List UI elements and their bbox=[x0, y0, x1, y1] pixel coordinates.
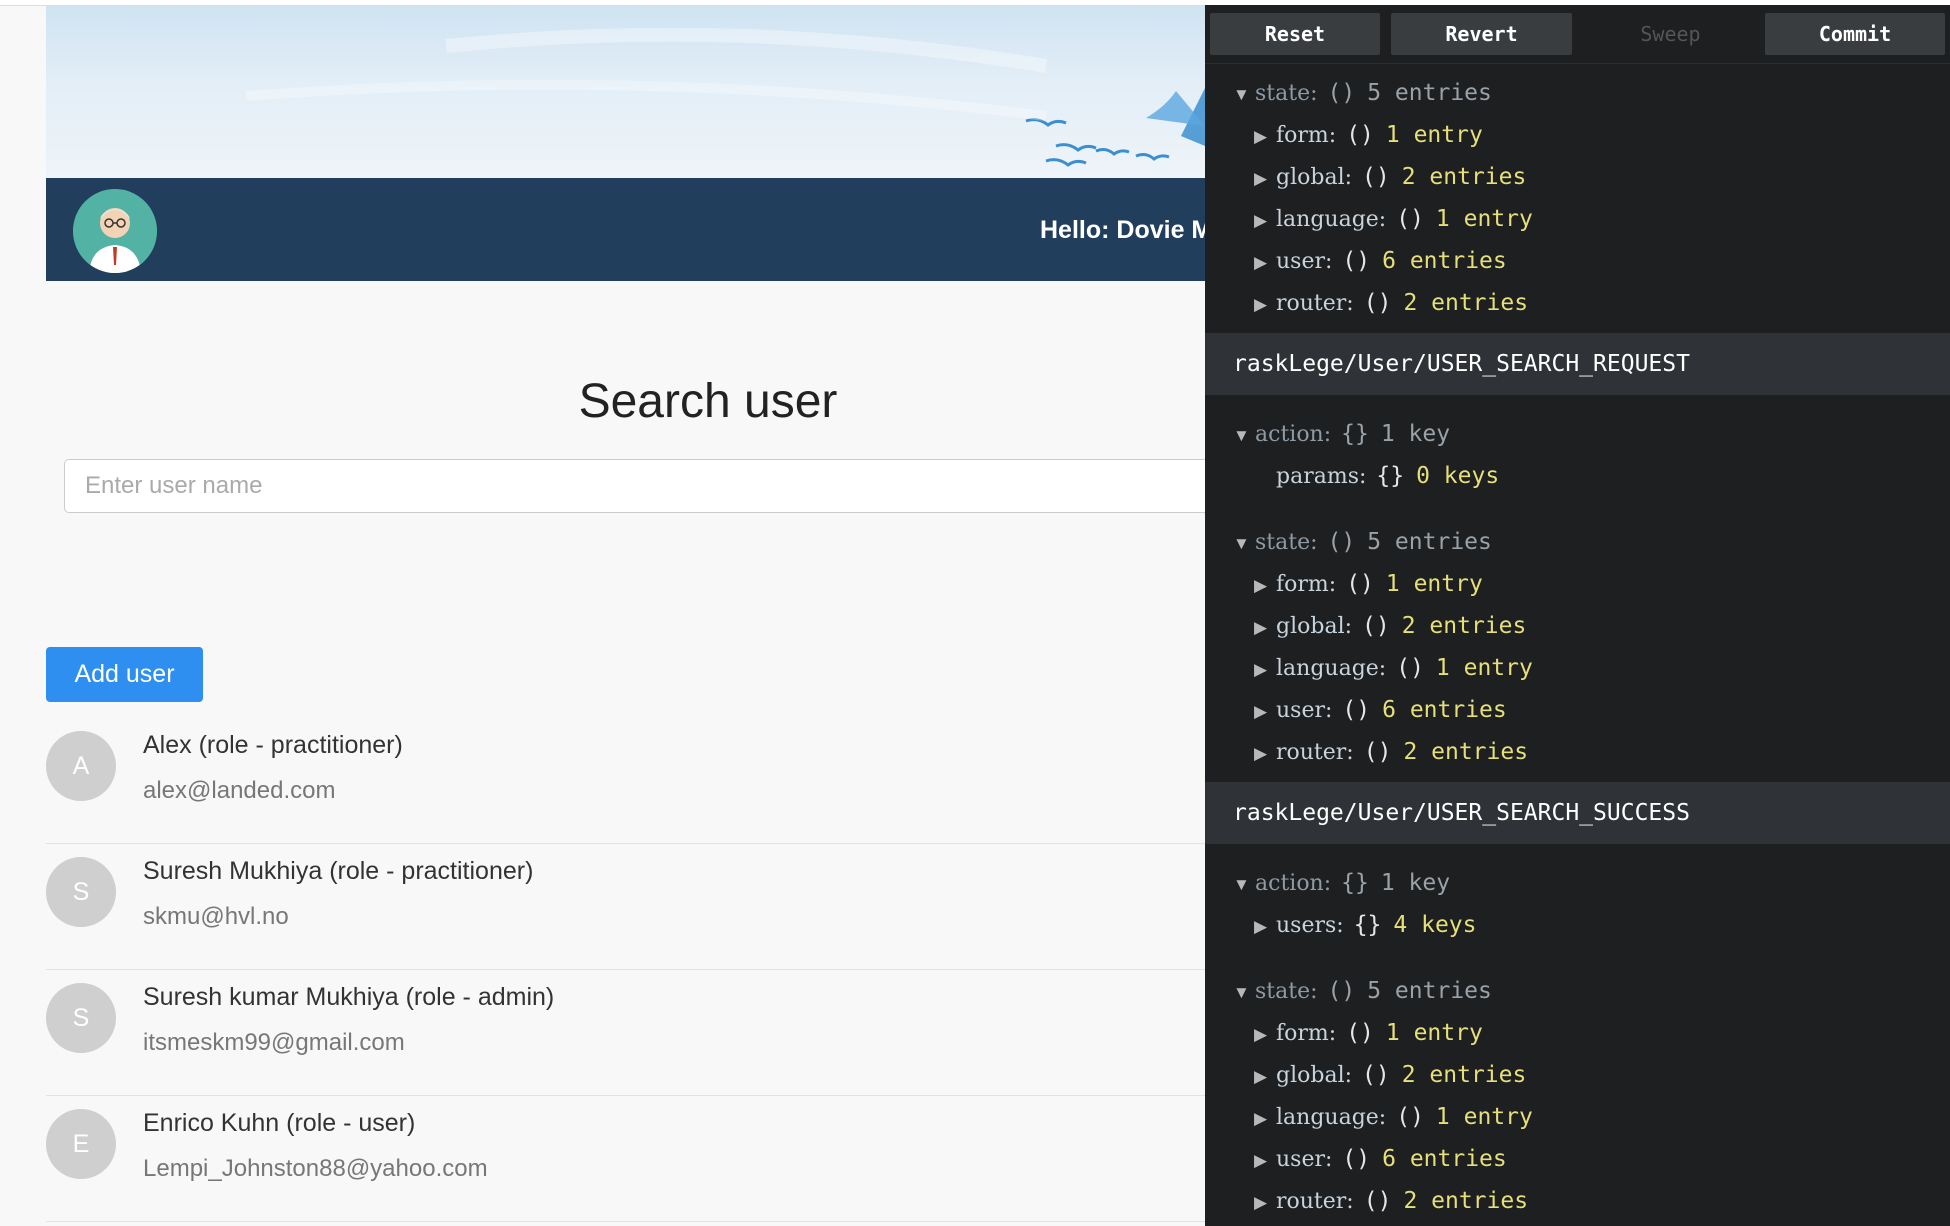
collapsed-triangle-icon[interactable]: ▶ bbox=[1254, 1057, 1276, 1097]
collapsed-triangle-icon[interactable]: ▶ bbox=[1254, 608, 1276, 648]
tree-node-action[interactable]: ▼ action:{} 1 key bbox=[1233, 413, 1450, 453]
tree-node-state[interactable]: ▼ state:() 5 entries bbox=[1233, 72, 1492, 112]
tree-node-global[interactable]: ▶ global:() 2 entries bbox=[1254, 1054, 1526, 1094]
expanded-triangle-icon[interactable]: ▼ bbox=[1233, 524, 1255, 564]
collapsed-triangle-icon[interactable]: ▶ bbox=[1254, 285, 1276, 325]
tree-node-language[interactable]: ▶ language:() 1 entry bbox=[1254, 198, 1533, 238]
avatar: E bbox=[46, 1109, 116, 1179]
expanded-triangle-icon[interactable]: ▼ bbox=[1233, 865, 1255, 905]
tree-node-params: params:{} 0 keys bbox=[1276, 463, 1500, 489]
list-item[interactable]: A Alex (role - practitioner) alex@landed… bbox=[46, 717, 1205, 844]
reset-button[interactable]: Reset bbox=[1210, 13, 1380, 55]
collapsed-triangle-icon[interactable]: ▶ bbox=[1254, 117, 1276, 157]
tree-node-user[interactable]: ▶ user:() 6 entries bbox=[1254, 240, 1507, 280]
tree-node-language[interactable]: ▶ language:() 1 entry bbox=[1254, 647, 1533, 687]
collapsed-triangle-icon[interactable]: ▶ bbox=[1254, 566, 1276, 606]
tree-node-state[interactable]: ▼ state:() 5 entries bbox=[1233, 521, 1492, 561]
commit-button[interactable]: Commit bbox=[1765, 13, 1945, 55]
expanded-triangle-icon[interactable]: ▼ bbox=[1233, 416, 1255, 456]
tree-node-language[interactable]: ▶ language:() 1 entry bbox=[1254, 1096, 1533, 1136]
search-input[interactable] bbox=[64, 459, 1205, 513]
top-navbar bbox=[46, 178, 1205, 281]
user-name[interactable]: Alex (role - practitioner) bbox=[143, 731, 403, 760]
devtools-toolbar: Reset Revert Sweep Commit bbox=[1205, 5, 1950, 64]
avatar: A bbox=[46, 731, 116, 801]
doctor-avatar-icon[interactable] bbox=[73, 189, 157, 273]
redux-devtools-panel: Reset Revert Sweep Commit ▼ state:() 5 ent… bbox=[1205, 5, 1950, 1226]
collapsed-triangle-icon[interactable]: ▶ bbox=[1254, 907, 1276, 947]
tree-node-action[interactable]: ▼ action:{} 1 key bbox=[1233, 862, 1450, 902]
sweep-button[interactable]: Sweep bbox=[1580, 13, 1761, 55]
tree-node-form[interactable]: ▶ form:() 1 entry bbox=[1254, 563, 1483, 603]
header-banner bbox=[46, 6, 1205, 178]
collapsed-triangle-icon[interactable]: ▶ bbox=[1254, 201, 1276, 241]
greeting-text: Hello: Dovie M bbox=[1040, 216, 1213, 244]
revert-button[interactable]: Revert bbox=[1391, 13, 1572, 55]
user-email: skmu@hvl.no bbox=[143, 903, 289, 930]
collapsed-triangle-icon[interactable]: ▶ bbox=[1254, 692, 1276, 732]
list-item[interactable]: S Suresh Mukhiya (role - practitioner) s… bbox=[46, 843, 1205, 970]
user-email: Lempi_Johnston88@yahoo.com bbox=[143, 1155, 488, 1182]
add-user-button[interactable]: Add user bbox=[46, 647, 203, 702]
banner-birds-illustration bbox=[245, 27, 1205, 167]
action-header-user-search-request[interactable]: raskLege/User/USER_SEARCH_REQUEST bbox=[1205, 333, 1950, 395]
collapsed-triangle-icon[interactable]: ▶ bbox=[1254, 1099, 1276, 1139]
tree-node-form[interactable]: ▶ form:() 1 entry bbox=[1254, 114, 1483, 154]
tree-node-router[interactable]: ▶ router:() 2 entries bbox=[1254, 731, 1528, 771]
tree-node-global[interactable]: ▶ global:() 2 entries bbox=[1254, 605, 1526, 645]
tree-node-router[interactable]: ▶ router:() 2 entries bbox=[1254, 1180, 1528, 1220]
tree-node-user[interactable]: ▶ user:() 6 entries bbox=[1254, 689, 1507, 729]
collapsed-triangle-icon[interactable]: ▶ bbox=[1254, 650, 1276, 690]
list-item[interactable]: S Suresh kumar Mukhiya (role - admin) it… bbox=[46, 969, 1205, 1096]
user-email: itsmeskm99@gmail.com bbox=[143, 1029, 405, 1056]
user-email: alex@landed.com bbox=[143, 777, 336, 804]
collapsed-triangle-icon[interactable]: ▶ bbox=[1254, 1183, 1276, 1223]
tree-node-router[interactable]: ▶ router:() 2 entries bbox=[1254, 282, 1528, 322]
collapsed-triangle-icon[interactable]: ▶ bbox=[1254, 1141, 1276, 1181]
user-name[interactable]: Suresh kumar Mukhiya (role - admin) bbox=[143, 983, 554, 1012]
collapsed-triangle-icon[interactable]: ▶ bbox=[1254, 734, 1276, 774]
action-header-user-search-success[interactable]: raskLege/User/USER_SEARCH_SUCCESS bbox=[1205, 782, 1950, 844]
collapsed-triangle-icon[interactable]: ▶ bbox=[1254, 243, 1276, 283]
tree-node-global[interactable]: ▶ global:() 2 entries bbox=[1254, 156, 1526, 196]
tree-node-user[interactable]: ▶ user:() 6 entries bbox=[1254, 1138, 1507, 1178]
avatar: S bbox=[46, 983, 116, 1053]
tree-node-users[interactable]: ▶ users:{} 4 keys bbox=[1254, 904, 1477, 944]
list-item[interactable]: E Enrico Kuhn (role - user) Lempi_Johnst… bbox=[46, 1095, 1205, 1222]
tree-node-state[interactable]: ▼ state:() 5 entries bbox=[1233, 970, 1492, 1010]
user-name[interactable]: Suresh Mukhiya (role - practitioner) bbox=[143, 857, 533, 886]
expanded-triangle-icon[interactable]: ▼ bbox=[1233, 75, 1255, 115]
user-name[interactable]: Enrico Kuhn (role - user) bbox=[143, 1109, 415, 1138]
expanded-triangle-icon[interactable]: ▼ bbox=[1233, 973, 1255, 1013]
avatar: S bbox=[46, 857, 116, 927]
collapsed-triangle-icon[interactable]: ▶ bbox=[1254, 159, 1276, 199]
page-title: Search user bbox=[578, 375, 838, 428]
collapsed-triangle-icon[interactable]: ▶ bbox=[1254, 1015, 1276, 1055]
tree-node-form[interactable]: ▶ form:() 1 entry bbox=[1254, 1012, 1483, 1052]
